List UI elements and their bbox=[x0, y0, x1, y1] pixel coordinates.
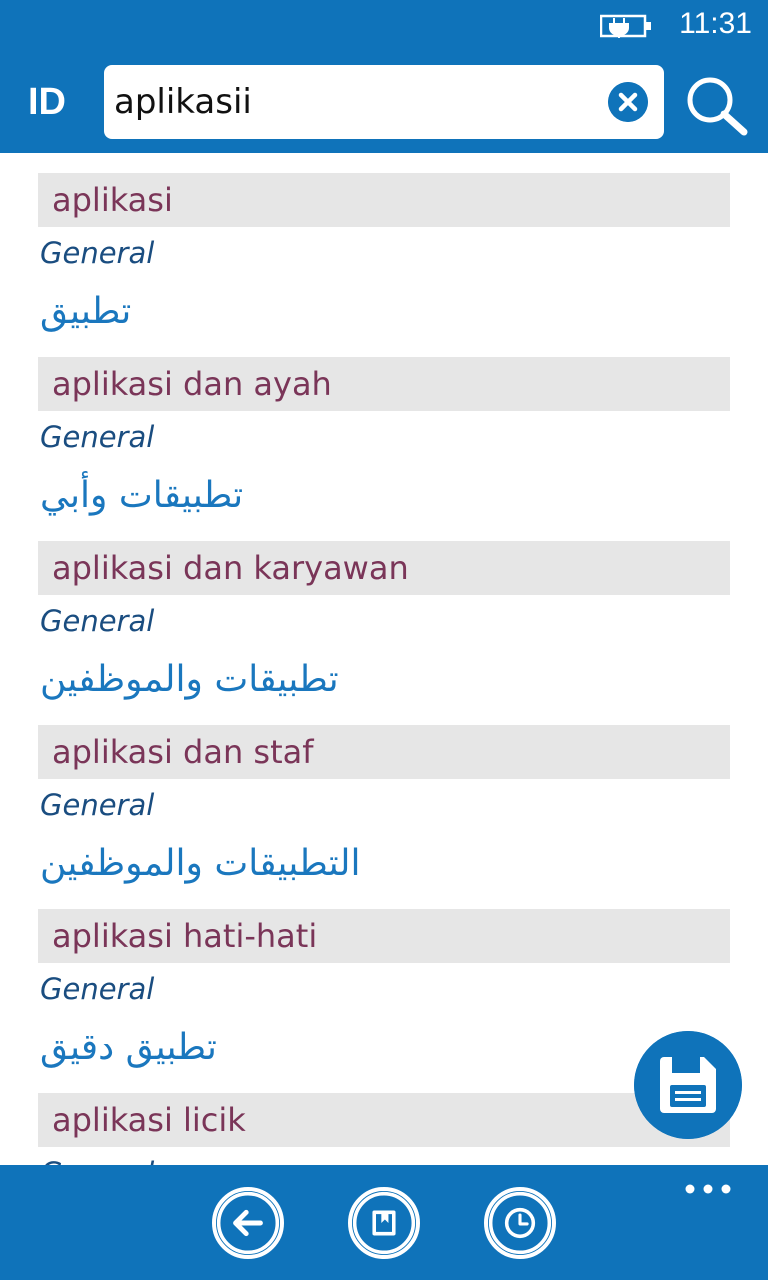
battery-charging-icon bbox=[600, 14, 651, 38]
entry-term: aplikasi licik bbox=[38, 1093, 730, 1147]
results-list[interactable]: aplikasi General تطبيق aplikasi dan ayah… bbox=[0, 153, 768, 1165]
entry-category: General bbox=[40, 972, 155, 1006]
language-selector[interactable]: ID bbox=[28, 80, 66, 124]
app-bar bbox=[0, 1165, 768, 1280]
list-item[interactable]: aplikasi General تطبيق bbox=[38, 173, 730, 337]
list-item[interactable]: aplikasi dan staf General التطبيقات والم… bbox=[38, 725, 730, 889]
entry-category: General bbox=[40, 236, 155, 270]
entry-term: aplikasi dan karyawan bbox=[38, 541, 730, 595]
entry-term: aplikasi dan ayah bbox=[38, 357, 730, 411]
entry-translation: تطبيق دقيق bbox=[40, 1027, 217, 1068]
entry-translation: تطبيق bbox=[40, 291, 132, 332]
search-box[interactable] bbox=[104, 65, 664, 139]
entry-category: General bbox=[40, 604, 155, 638]
entry-category: General bbox=[40, 420, 155, 454]
more-options-icon[interactable] bbox=[684, 1183, 732, 1195]
header-bar: 11:31 ID bbox=[0, 0, 768, 153]
bookmark-icon[interactable] bbox=[348, 1187, 420, 1259]
search-input[interactable] bbox=[114, 75, 594, 129]
list-item[interactable]: aplikasi hati-hati General تطبيق دقيق bbox=[38, 909, 730, 1073]
entry-category: General bbox=[38, 1155, 730, 1165]
back-icon[interactable] bbox=[212, 1187, 284, 1259]
list-item[interactable]: aplikasi dan ayah General تطبيقات وأبي bbox=[38, 357, 730, 521]
entry-translation: تطبيقات وأبي bbox=[40, 475, 244, 516]
entry-term: aplikasi dan staf bbox=[38, 725, 730, 779]
entry-category: General bbox=[40, 788, 155, 822]
entry-translation: التطبيقات والموظفين bbox=[40, 843, 361, 884]
save-button[interactable] bbox=[634, 1031, 742, 1139]
list-item[interactable]: aplikasi licik General bbox=[38, 1093, 730, 1165]
entry-translation: تطبيقات والموظفين bbox=[40, 659, 339, 700]
entry-term: aplikasi bbox=[38, 173, 730, 227]
search-icon[interactable] bbox=[684, 74, 748, 138]
history-icon[interactable] bbox=[484, 1187, 556, 1259]
clear-icon[interactable] bbox=[608, 82, 648, 122]
list-item[interactable]: aplikasi dan karyawan General تطبيقات وا… bbox=[38, 541, 730, 705]
clock: 11:31 bbox=[679, 7, 752, 40]
status-bar: 11:31 bbox=[0, 0, 768, 50]
entry-term: aplikasi hati-hati bbox=[38, 909, 730, 963]
